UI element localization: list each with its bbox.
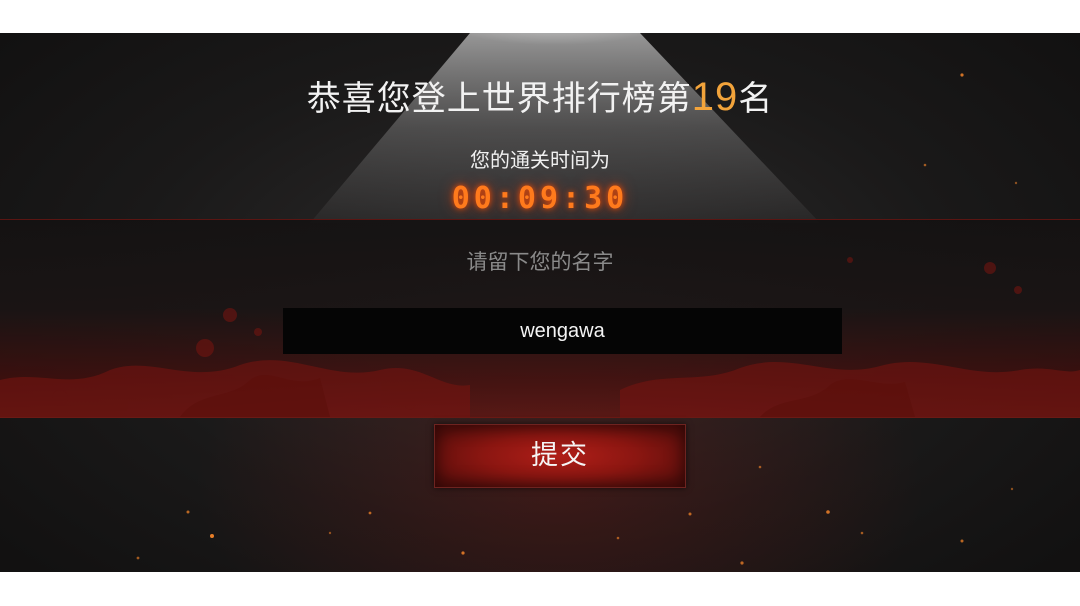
clear-time-label: 您的通关时间为 bbox=[470, 148, 610, 172]
leaderboard-result-screen: 恭喜您登上世界排行榜第19名 您的通关时间为 00:09:30 请留下您的名字 … bbox=[0, 33, 1080, 572]
player-name-input[interactable] bbox=[283, 308, 842, 354]
rank-number: 19 bbox=[691, 75, 739, 119]
rank-title: 恭喜您登上世界排行榜第19名 bbox=[0, 71, 1080, 120]
title-suffix: 名 bbox=[738, 79, 774, 119]
title-prefix: 恭喜您登上世界排行榜第 bbox=[306, 79, 692, 119]
name-prompt: 请留下您的名字 bbox=[466, 250, 614, 274]
clear-time-display: 00:09:30 bbox=[451, 181, 629, 216]
submit-button[interactable]: 提交 bbox=[434, 424, 686, 488]
